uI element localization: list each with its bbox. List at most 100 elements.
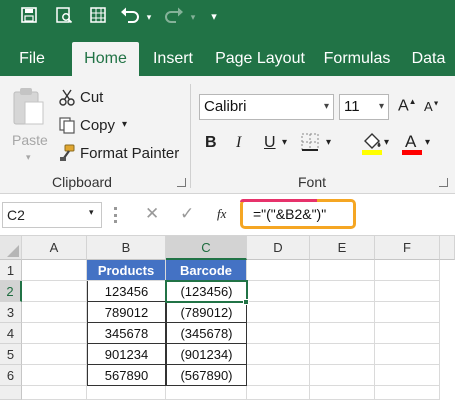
column-header-b[interactable]: B	[87, 236, 166, 260]
cell-c2[interactable]: (123456)	[166, 281, 247, 302]
undo-dropdown-icon[interactable]: ▾	[143, 6, 155, 28]
cell-b5[interactable]: 901234	[87, 344, 166, 365]
cell-e7[interactable]	[310, 386, 375, 400]
cell-f7[interactable]	[375, 386, 440, 400]
print-preview-icon[interactable]	[53, 6, 75, 28]
format-painter-button[interactable]: Format Painter	[80, 145, 179, 162]
cell-c5[interactable]: (901234)	[166, 344, 247, 365]
underline-dropdown-icon[interactable]: ▾	[282, 137, 287, 148]
column-header-e[interactable]: E	[310, 236, 375, 260]
formula-input[interactable]: ="("&B2&")"	[240, 199, 356, 229]
cell-e6[interactable]	[310, 365, 375, 386]
cell-d6[interactable]	[247, 365, 310, 386]
clipboard-launcher-icon[interactable]	[177, 178, 186, 187]
cell-e3[interactable]	[310, 302, 375, 323]
cell-c3[interactable]: (789012)	[166, 302, 247, 323]
cell-e4[interactable]	[310, 323, 375, 344]
select-all-corner[interactable]	[0, 236, 22, 260]
undo-icon[interactable]	[119, 6, 141, 28]
row-header-6[interactable]: 6	[0, 365, 22, 386]
table-grid-icon[interactable]	[87, 6, 109, 28]
bold-button[interactable]: B	[205, 134, 217, 152]
paste-icon[interactable]	[10, 86, 50, 130]
column-header-d[interactable]: D	[247, 236, 310, 260]
cell-b7[interactable]	[87, 386, 166, 400]
cell-f6[interactable]	[375, 365, 440, 386]
fill-handle[interactable]	[243, 299, 249, 305]
decrease-font-icon[interactable]: A▼	[424, 99, 440, 114]
cell-d1[interactable]	[247, 260, 310, 281]
cell-b1[interactable]: Products	[87, 260, 166, 281]
cell-a2[interactable]	[22, 281, 87, 302]
tab-insert[interactable]: Insert	[144, 42, 202, 76]
row-header-4[interactable]: 4	[0, 323, 22, 344]
redo-dropdown-icon: ▾	[190, 12, 196, 22]
column-header-a[interactable]: A	[22, 236, 87, 260]
cell-a5[interactable]	[22, 344, 87, 365]
cell-b4[interactable]: 345678	[87, 323, 166, 344]
row-header-3[interactable]: 3	[0, 302, 22, 323]
cell-c1[interactable]: Barcode	[166, 260, 247, 281]
column-header-f[interactable]: F	[375, 236, 440, 260]
tab-home[interactable]: Home	[72, 42, 139, 76]
save-icon[interactable]	[18, 6, 40, 28]
font-size-field[interactable]: 11 ▾	[339, 94, 389, 120]
borders-icon[interactable]	[300, 132, 322, 154]
font-launcher-icon[interactable]	[439, 178, 448, 187]
underline-button[interactable]: U	[264, 134, 276, 152]
cell-c4[interactable]: (345678)	[166, 323, 247, 344]
increase-font-icon[interactable]: A▲	[398, 97, 417, 115]
customize-icon[interactable]: ▾	[207, 6, 221, 28]
font-name-field[interactable]: Calibri ▾	[199, 94, 334, 120]
cell-d2[interactable]	[247, 281, 310, 302]
cell-a1[interactable]	[22, 260, 87, 281]
italic-button[interactable]: I	[236, 134, 241, 152]
copy-button[interactable]: Copy	[80, 117, 115, 134]
cell-f2[interactable]	[375, 281, 440, 302]
column-header-overflow[interactable]	[440, 236, 455, 260]
cut-button[interactable]: Cut	[80, 89, 103, 106]
row-header-1[interactable]: 1	[0, 260, 22, 281]
font-color-dropdown-icon[interactable]: ▾	[425, 137, 430, 148]
font-color-icon[interactable]: A	[401, 130, 423, 156]
row-header-overflow[interactable]	[0, 386, 22, 400]
fill-color-dropdown-icon[interactable]: ▾	[384, 137, 389, 148]
cell-f4[interactable]	[375, 323, 440, 344]
cell-c6[interactable]: (567890)	[166, 365, 247, 386]
cell-b3[interactable]: 789012	[87, 302, 166, 323]
name-box[interactable]: C2	[2, 202, 102, 228]
cell-d5[interactable]	[247, 344, 310, 365]
cell-b2[interactable]: 123456	[87, 281, 166, 302]
copy-dropdown-icon[interactable]: ▾	[122, 119, 127, 130]
cell-a6[interactable]	[22, 365, 87, 386]
tab-formulas[interactable]: Formulas	[316, 42, 398, 76]
tab-data[interactable]: Data	[402, 42, 455, 76]
cell-d3[interactable]	[247, 302, 310, 323]
cell-f5[interactable]	[375, 344, 440, 365]
row-header-2[interactable]: 2	[0, 281, 22, 302]
cell-f3[interactable]	[375, 302, 440, 323]
cell-a7[interactable]	[22, 386, 87, 400]
column-header-c[interactable]: C	[166, 236, 247, 260]
cell-d4[interactable]	[247, 323, 310, 344]
enter-icon[interactable]: ✓	[180, 204, 194, 224]
row-header-5[interactable]: 5	[0, 344, 22, 365]
cell-e2[interactable]	[310, 281, 375, 302]
tab-page-layout[interactable]: Page Layout	[208, 42, 312, 76]
cell-a4[interactable]	[22, 323, 87, 344]
cell-b6[interactable]: 567890	[87, 365, 166, 386]
fill-color-icon[interactable]	[361, 130, 383, 156]
cell-f1[interactable]	[375, 260, 440, 281]
cell-a3[interactable]	[22, 302, 87, 323]
borders-dropdown-icon[interactable]: ▾	[326, 137, 331, 148]
cancel-icon[interactable]: ✕	[145, 204, 159, 224]
paste-label[interactable]: Paste	[12, 132, 48, 148]
tab-file[interactable]: File	[10, 42, 54, 76]
insert-function-icon[interactable]: fx	[217, 206, 226, 222]
cell-d7[interactable]	[247, 386, 310, 400]
cell-e5[interactable]	[310, 344, 375, 365]
splitter-handle[interactable]	[114, 207, 117, 223]
cell-e1[interactable]	[310, 260, 375, 281]
name-box-dropdown-icon[interactable]: ▾	[89, 207, 94, 218]
cell-c7[interactable]	[166, 386, 247, 400]
